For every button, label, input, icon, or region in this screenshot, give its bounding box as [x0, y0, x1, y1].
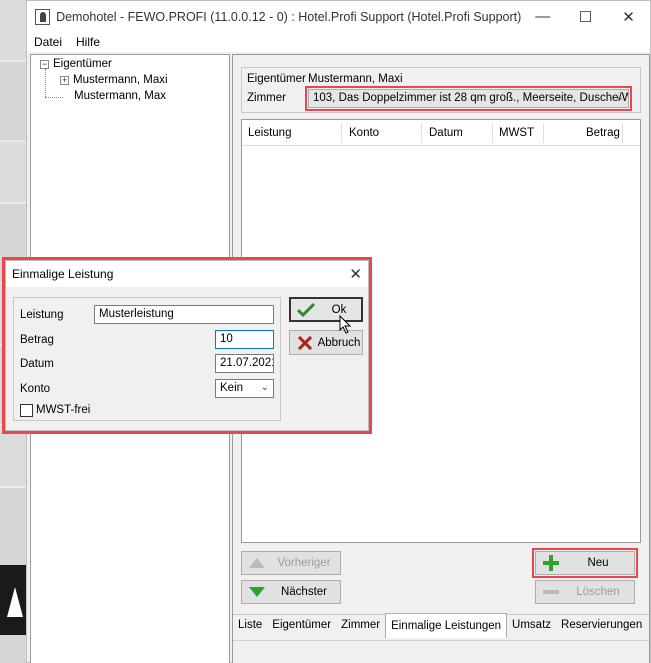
- close-button[interactable]: ✕: [607, 1, 650, 32]
- konto-label: Konto: [20, 383, 51, 395]
- checkmark-icon: [295, 302, 317, 317]
- tree-node-max[interactable]: Mustermann, Max: [74, 90, 166, 102]
- previous-button[interactable]: Vorheriger: [241, 551, 341, 575]
- chevron-down-icon: ⌄: [615, 92, 624, 103]
- desktop-arrow-shape: [7, 587, 23, 617]
- mwst-frei-checkbox[interactable]: [20, 404, 33, 417]
- tab-eigentuemer[interactable]: Eigentümer: [267, 615, 336, 638]
- expand-icon[interactable]: +: [60, 75, 69, 85]
- room-dropdown-value: 103, Das Doppelzimmer ist 28 qm groß., M…: [313, 92, 629, 104]
- owner-label: Eigentümer: [247, 73, 306, 85]
- minus-icon: [540, 589, 562, 595]
- leistung-label: Leistung: [20, 309, 64, 321]
- col-separator: [622, 123, 623, 143]
- tree-node-label: Mustermann, Max: [74, 90, 167, 102]
- collapse-icon[interactable]: −: [40, 59, 49, 69]
- plus-icon: [540, 555, 562, 571]
- delete-button[interactable]: Löschen: [535, 580, 635, 604]
- status-bar: [233, 640, 649, 663]
- col-separator: [543, 123, 544, 143]
- tab-bar: Liste Eigentümer Zimmer Einmalige Leistu…: [233, 613, 649, 638]
- col-separator: [492, 123, 493, 143]
- col-separator: [341, 123, 342, 143]
- menu-hilfe[interactable]: Hilfe: [69, 35, 107, 49]
- delete-button-label: Löschen: [576, 586, 620, 598]
- cancel-button-label: Abbruch: [317, 336, 361, 349]
- datum-label: Datum: [20, 358, 54, 370]
- mwst-frei-label: MWST-frei: [36, 404, 91, 416]
- new-button-label: Neu: [587, 557, 609, 569]
- tab-reservierungen[interactable]: Reservierungen: [556, 615, 647, 638]
- window-title: Demohotel - FEWO.PROFI (11.0.0.12 - 0) :…: [56, 9, 522, 24]
- dialog-close-icon[interactable]: ✕: [349, 265, 362, 283]
- dialog-title-bar: Einmalige Leistung ✕: [6, 261, 368, 287]
- dialog-fields-group: Leistung Musterleistung Betrag 10 Datum …: [13, 297, 281, 421]
- chevron-down-icon: ⌄: [260, 382, 269, 393]
- tree-node-label: Mustermann, Maxi: [73, 74, 168, 86]
- col-separator: [421, 123, 422, 143]
- new-button[interactable]: Neu: [532, 548, 638, 578]
- arrow-up-icon: [246, 558, 268, 568]
- menu-bar: Datei Hilfe: [27, 32, 650, 52]
- einmalige-leistung-dialog: Einmalige Leistung ✕ Leistung Musterleis…: [5, 260, 369, 431]
- tab-umsatz[interactable]: Umsatz: [507, 615, 556, 638]
- menu-datei[interactable]: Datei: [27, 35, 69, 49]
- tree-connector: [45, 69, 46, 97]
- tree-node-label: Eigentümer: [53, 58, 112, 70]
- tab-liste[interactable]: Liste: [233, 615, 267, 638]
- header-group: Eigentümer Mustermann, Maxi Zimmer 103, …: [241, 67, 641, 113]
- col-leistung[interactable]: Leistung: [248, 127, 291, 139]
- tree-node-maxi[interactable]: + Mustermann, Maxi: [60, 74, 168, 86]
- previous-button-label: Vorheriger: [277, 557, 331, 569]
- cross-icon: [294, 335, 316, 350]
- betrag-input[interactable]: 10: [215, 330, 274, 349]
- col-mwst[interactable]: MWST: [499, 127, 534, 139]
- col-konto[interactable]: Konto: [349, 127, 379, 139]
- ok-button-label: Ok: [331, 303, 347, 316]
- betrag-label: Betrag: [20, 334, 54, 346]
- next-button[interactable]: Nächster: [241, 580, 341, 604]
- app-icon: [35, 8, 51, 25]
- tab-einmalige-leistungen[interactable]: Einmalige Leistungen: [385, 613, 508, 638]
- col-betrag[interactable]: Betrag: [586, 127, 620, 139]
- table-header: Leistung Konto Datum MWST Betrag: [242, 120, 640, 146]
- konto-dropdown-value: Kein: [220, 382, 244, 394]
- room-label: Zimmer: [247, 92, 286, 104]
- tree-connector: [45, 97, 63, 98]
- dialog-title: Einmalige Leistung: [12, 267, 114, 281]
- col-datum[interactable]: Datum: [429, 127, 463, 139]
- arrow-down-icon: [246, 587, 268, 597]
- tree-node-root[interactable]: − Eigentümer: [40, 58, 112, 70]
- title-bar: Demohotel - FEWO.PROFI (11.0.0.12 - 0) :…: [27, 1, 650, 32]
- owner-value: Mustermann, Maxi: [308, 73, 403, 85]
- datum-input[interactable]: 21.07.2021: [215, 354, 274, 373]
- maximize-button[interactable]: ☐: [564, 1, 607, 32]
- room-dropdown[interactable]: 103, Das Doppelzimmer ist 28 qm groß., M…: [305, 86, 632, 111]
- konto-dropdown[interactable]: Kein ⌄: [215, 379, 274, 398]
- leistung-input[interactable]: Musterleistung: [94, 305, 274, 324]
- next-button-label: Nächster: [280, 586, 328, 598]
- tab-zimmer[interactable]: Zimmer: [336, 615, 385, 638]
- desktop-dark-tile: [0, 565, 26, 635]
- minimize-button[interactable]: —: [521, 1, 564, 32]
